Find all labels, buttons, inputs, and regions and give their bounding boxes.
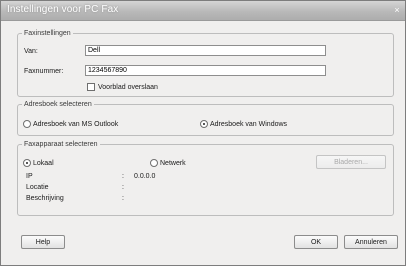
pc-fax-settings-dialog: Instellingen voor PC Fax × Faxinstelling… [0, 0, 406, 266]
browse-button[interactable]: Bladeren... [316, 155, 386, 169]
skip-cover-label: Voorblad overslaan [98, 83, 158, 91]
dialog-title: Instellingen voor PC Fax [7, 4, 119, 15]
title-bar[interactable]: Instellingen voor PC Fax × [1, 1, 405, 21]
fax-number-field[interactable]: 1234567890 [85, 65, 326, 76]
radio-outlook[interactable]: Adresboek van MS Outlook [23, 120, 118, 128]
address-book-group: Adresboek selecteren [17, 101, 394, 136]
ip-value: 0.0.0.0 [134, 173, 156, 180]
radio-windows-dot[interactable] [200, 120, 208, 128]
ip-label: IP [26, 173, 33, 180]
help-button[interactable]: Help [21, 235, 65, 249]
fax-device-group: Faxapparaat selecteren [17, 141, 394, 216]
radio-network[interactable]: Netwerk [150, 159, 186, 167]
radio-local-dot[interactable] [23, 159, 31, 167]
description-separator: : [122, 195, 124, 202]
close-icon[interactable]: × [391, 4, 403, 16]
skip-cover-checkbox[interactable]: Voorblad overslaan [87, 83, 158, 91]
description-label: Beschrijving [26, 195, 64, 202]
radio-network-dot[interactable] [150, 159, 158, 167]
fax-settings-legend: Faxinstellingen [24, 30, 71, 37]
fax-device-legend: Faxapparaat selecteren [24, 141, 98, 148]
radio-windows-label: Adresboek van Windows [210, 120, 288, 128]
radio-outlook-dot[interactable] [23, 120, 31, 128]
ok-button[interactable]: OK [294, 235, 338, 249]
fax-number-label: Faxnummer: [24, 68, 64, 75]
address-book-legend: Adresboek selecteren [24, 101, 92, 108]
radio-local-label: Lokaal [33, 159, 54, 167]
fax-settings-group: Faxinstellingen [17, 30, 394, 97]
ip-separator: : [122, 173, 124, 180]
radio-network-label: Netwerk [160, 159, 186, 167]
radio-local[interactable]: Lokaal [23, 159, 54, 167]
location-label: Locatie [26, 184, 49, 191]
checkbox-box[interactable] [87, 83, 95, 91]
from-field[interactable]: Dell [85, 45, 326, 56]
radio-outlook-label: Adresboek van MS Outlook [33, 120, 119, 128]
cancel-button[interactable]: Annuleren [344, 235, 398, 249]
radio-windows[interactable]: Adresboek van Windows [200, 120, 287, 128]
location-separator: : [122, 184, 124, 191]
from-label: Van: [24, 48, 38, 55]
